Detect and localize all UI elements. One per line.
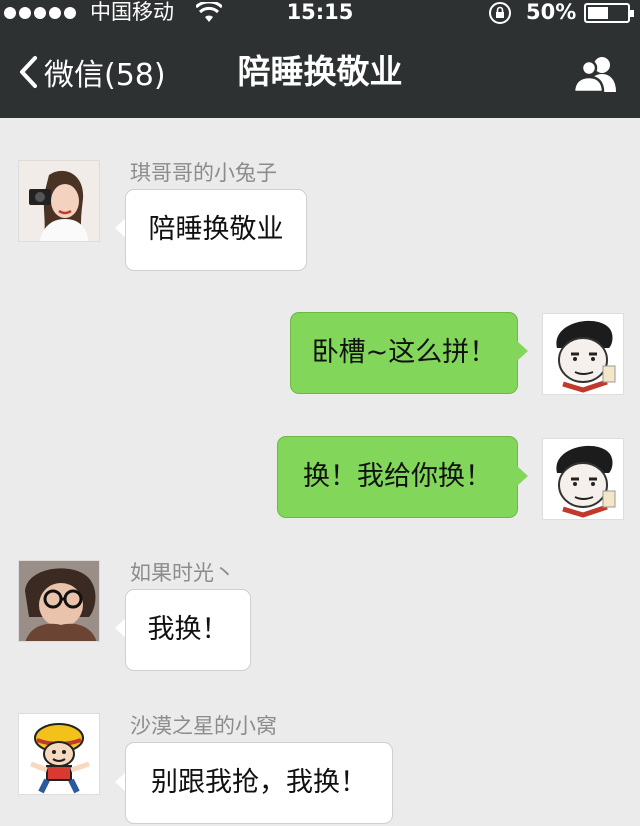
status-bar: 中国移动 15:15 50%: [0, 0, 640, 26]
chevron-left-icon: [20, 56, 37, 88]
rotation-lock-icon: [489, 2, 511, 24]
back-label: 微信(58): [44, 58, 166, 93]
avatar[interactable]: [18, 560, 100, 642]
girl-camera-avatar-icon: [19, 161, 99, 241]
avatar[interactable]: [542, 313, 624, 395]
message-bubble[interactable]: 换！我给你换！: [277, 436, 518, 518]
bubble-tail: [517, 341, 528, 361]
chat-header: 微信(58) 陪睡换敬业: [0, 26, 640, 118]
meme-face-avatar-icon: [543, 314, 623, 394]
meme-face-avatar-icon: [543, 439, 623, 519]
group-members-icon[interactable]: [572, 54, 620, 94]
message-bubble[interactable]: 别跟我抢，我换！: [125, 742, 393, 824]
message-bubble[interactable]: 卧槽~这么拼！: [290, 312, 518, 394]
battery-icon: [584, 3, 634, 23]
avatar[interactable]: [18, 160, 100, 242]
message-bubble[interactable]: 我换！: [125, 589, 251, 671]
avatar[interactable]: [542, 438, 624, 520]
glasses-person-avatar-icon: [19, 561, 99, 641]
back-button[interactable]: 微信(58): [18, 48, 166, 96]
avatar[interactable]: [18, 713, 100, 795]
battery-percent: 50%: [526, 0, 577, 24]
sender-name: 沙漠之星的小窝: [130, 714, 277, 738]
sender-name: 琪哥哥的小兔子: [130, 161, 277, 185]
bubble-tail: [517, 466, 528, 486]
message-bubble[interactable]: 陪睡换敬业: [125, 189, 307, 271]
cartoon-pirate-avatar-icon: [19, 714, 99, 794]
sender-name: 如果时光丶: [130, 561, 235, 585]
